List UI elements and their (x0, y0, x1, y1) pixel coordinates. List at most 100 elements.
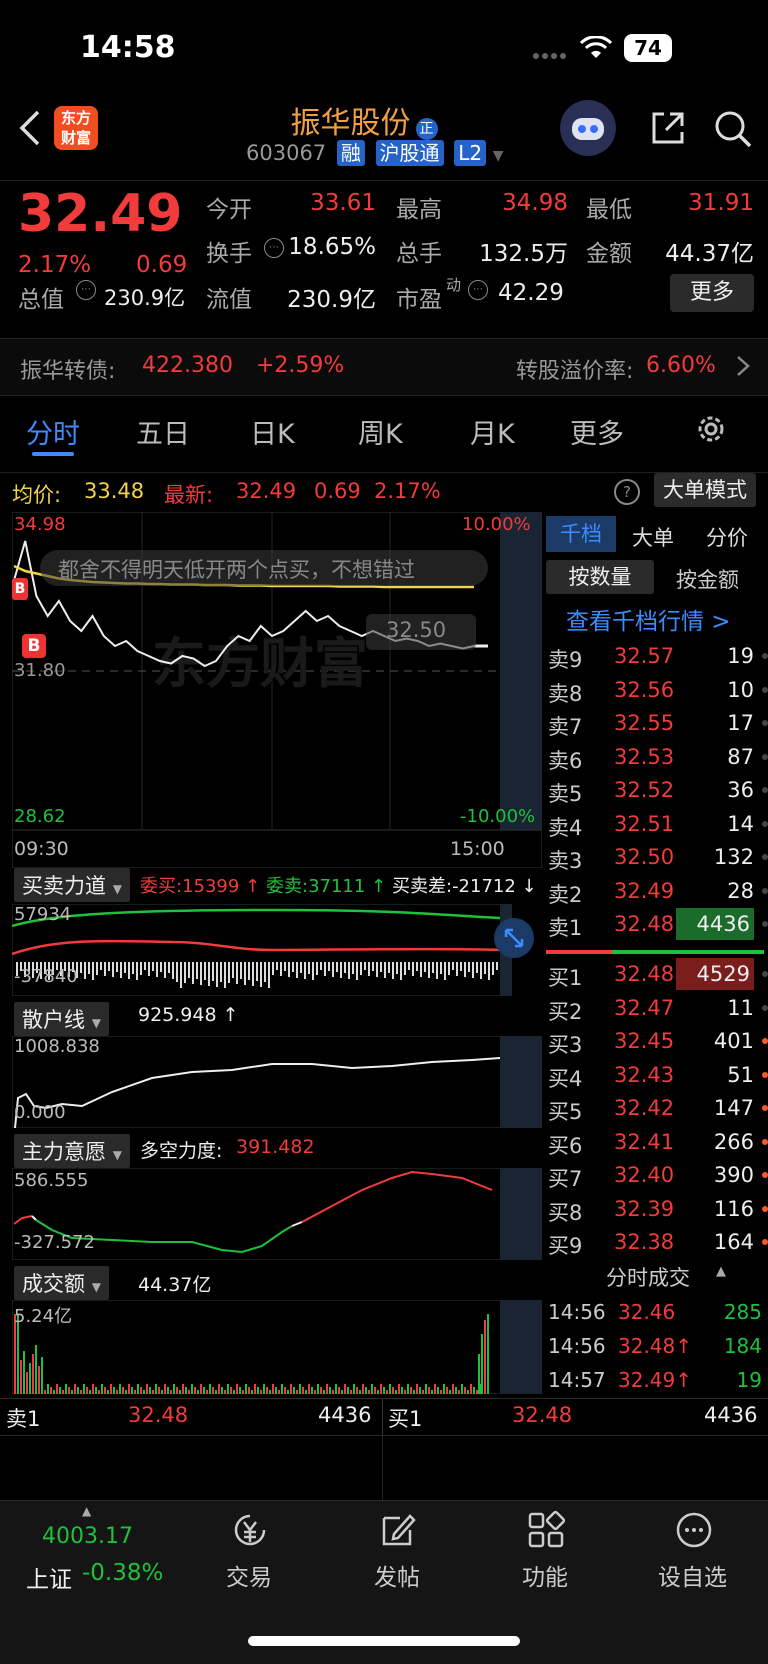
bid-row[interactable]: 买4 32.43 51 (548, 1059, 768, 1091)
trades-header[interactable]: 分时成交 ▲ (546, 1260, 764, 1292)
by-amount-button[interactable]: 按金额 (676, 564, 739, 594)
volume-bar (413, 1390, 415, 1394)
volume-bar (356, 1387, 358, 1394)
bid-row[interactable]: 买2 32.47 11 (548, 992, 768, 1024)
by-quantity-button[interactable]: 按数量 (546, 560, 654, 594)
help-icon[interactable]: ? (614, 479, 640, 505)
histogram-bar (436, 962, 438, 979)
volume-bar (410, 1387, 412, 1394)
volume-bar (470, 1384, 472, 1394)
nav-functions[interactable]: 功能 (496, 1506, 596, 1592)
indicator4-selector[interactable]: 成交额 ▼ (14, 1266, 109, 1300)
buy-marker-icon[interactable]: B (22, 634, 46, 658)
tab-price-split[interactable]: 分价 (706, 522, 748, 552)
pe-label: 市盈 (396, 287, 442, 313)
yuan-exchange-icon (234, 1514, 266, 1546)
volume-bar (323, 1390, 325, 1394)
tab-weekly-k[interactable]: 周K (358, 412, 403, 451)
nav-trade-label: 交易 (226, 1565, 272, 1591)
ind1-bottom: -37840 (14, 966, 78, 987)
volume-bar (389, 1384, 391, 1394)
volume-bar (347, 1387, 349, 1394)
comment-bubble[interactable]: 都舍不得明天低开两个点买，不想错过 (40, 550, 488, 586)
info-icon[interactable]: ⋯ (76, 280, 96, 300)
settings-gear-icon[interactable] (694, 412, 728, 450)
bid-row[interactable]: 买9 32.38 164 (548, 1226, 768, 1258)
ask-row[interactable]: 卖1 32.48 4436 (548, 908, 768, 940)
nav-post[interactable]: 发帖 (348, 1506, 448, 1592)
volume-bar (392, 1387, 394, 1394)
level-volume: 28 (727, 878, 754, 903)
nav-custom[interactable]: 设自选 (644, 1506, 744, 1592)
bid-row[interactable]: 买7 32.40 390 (548, 1159, 768, 1191)
level-label: 买7 (548, 1167, 583, 1191)
convertible-bond-row[interactable]: 振华转债: 422.380 +2.59% 转股溢价率: 6.60% (0, 338, 768, 396)
ask-row[interactable]: 卖5 32.52 36 (548, 774, 768, 806)
level-price: 32.57 (614, 644, 675, 668)
view-depth-link[interactable]: 查看千档行情 > (566, 602, 731, 636)
more-button[interactable]: 更多 (670, 274, 754, 312)
volume-bar (44, 1390, 46, 1394)
volume-bar (65, 1384, 67, 1394)
histogram-bar (128, 962, 130, 979)
level-dot (762, 820, 768, 827)
robot-avatar-icon[interactable] (560, 100, 616, 156)
histogram-bar (328, 962, 330, 971)
ask-row[interactable]: 卖7 32.55 17 (548, 707, 768, 739)
bid-row[interactable]: 买8 32.39 116 (548, 1193, 768, 1225)
bid-ask-diff: 买卖差:-21712 ↓ (392, 876, 537, 897)
level-price: 32.48 (614, 962, 675, 986)
level-price: 32.42 (614, 1096, 675, 1120)
tab-more[interactable]: 更多 (570, 412, 624, 451)
volume-bar (53, 1390, 55, 1394)
bid-row[interactable]: 买5 32.42 147 (548, 1092, 768, 1124)
histogram-bar (336, 962, 338, 972)
level-label: 买1 (548, 966, 583, 990)
volume-bar (242, 1390, 244, 1394)
volume-bar (236, 1384, 238, 1394)
indicator1-selector[interactable]: 买卖力道 ▼ (14, 868, 130, 902)
stock-tag: 正 (415, 117, 438, 140)
index-ticker[interactable]: ▲ 4003.17 上证 -0.38% (18, 1504, 188, 1594)
buy-marker-icon[interactable]: B (12, 578, 28, 600)
ask-row[interactable]: 卖3 32.50 132 (548, 841, 768, 873)
search-icon[interactable] (712, 108, 754, 154)
tab-5day[interactable]: 五日 (136, 412, 190, 451)
tab-intraday[interactable]: 分时 (26, 412, 80, 451)
info-icon[interactable]: ⋯ (264, 238, 284, 258)
histogram-bar (140, 962, 142, 975)
expand-icon[interactable] (494, 918, 534, 958)
bid-row[interactable]: 买1 32.48 4529 (548, 958, 768, 990)
home-indicator (248, 1636, 520, 1646)
bid1-label: 买1 (388, 1407, 423, 1431)
volume-bar (245, 1384, 247, 1394)
indicator3-selector[interactable]: 主力意愿 ▼ (14, 1134, 130, 1168)
histogram-bar (368, 962, 370, 976)
indicator2-selector[interactable]: 散户线 ▼ (14, 1002, 109, 1036)
tab-big-order[interactable]: 大单 (632, 522, 674, 552)
tab-thousand-level[interactable]: 千档 (546, 516, 616, 552)
tab-monthly-k[interactable]: 月K (470, 412, 515, 451)
ask-row[interactable]: 卖8 32.56 10 (548, 674, 768, 706)
volume-bar (452, 1384, 454, 1394)
stock-header: 东方 财富 振华股份 正 603067 融 沪股通 L2 ▼ (0, 90, 768, 181)
volume-bar (272, 1384, 274, 1394)
ask-row[interactable]: 卖6 32.53 87 (548, 741, 768, 773)
bid-row[interactable]: 买6 32.41 266 (548, 1126, 768, 1158)
ask-row[interactable]: 卖9 32.57 19 (548, 640, 768, 672)
nav-trade[interactable]: 交易 (200, 1506, 300, 1592)
ask-row[interactable]: 卖4 32.51 14 (548, 808, 768, 840)
big-order-mode-button[interactable]: 大单模式 (654, 473, 756, 507)
tab-daily-k[interactable]: 日K (250, 412, 295, 451)
ask-row[interactable]: 卖2 32.49 28 (548, 875, 768, 907)
level-volume: 14 (727, 811, 754, 836)
histogram-bar (392, 962, 394, 979)
volume-bar (380, 1384, 382, 1394)
info-icon[interactable]: ⋯ (468, 280, 488, 300)
histogram-bar (376, 962, 378, 977)
histogram-bar (400, 962, 402, 980)
share-icon[interactable] (648, 108, 688, 152)
chevron-down-icon[interactable]: ▼ (493, 148, 504, 164)
volume-bar (23, 1351, 25, 1394)
bid-row[interactable]: 买3 32.45 401 (548, 1025, 768, 1057)
